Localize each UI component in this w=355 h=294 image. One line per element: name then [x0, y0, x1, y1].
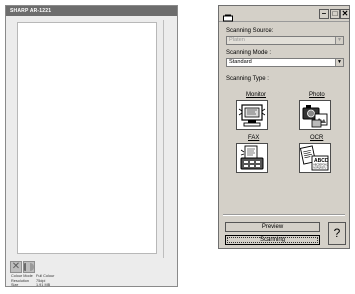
info-label: Size — [11, 283, 19, 288]
preview-info-panel: Colour Mode Full Colour Resolution 75dpi… — [11, 274, 131, 288]
help-icon: ? — [333, 226, 341, 240]
scanner-dialog: – □ ✕ Scanning Source: Platen ▼ Scanning… — [218, 5, 350, 249]
monitor-label: Monitor — [246, 92, 267, 98]
scanning-type-label: Scanning Type : — [226, 76, 269, 82]
chevron-down-icon[interactable]: ▼ — [335, 59, 343, 66]
photo-label: Photo — [309, 92, 325, 98]
close-icon[interactable]: ✕ — [340, 9, 350, 19]
scanning-mode-select[interactable]: Standard ▼ — [226, 58, 344, 67]
scanning-button[interactable]: Scanning — [225, 235, 320, 245]
info-row-size: Size 1.91 MB — [11, 283, 131, 288]
camera-photo-icon — [302, 105, 328, 128]
preview-canvas — [17, 22, 157, 254]
scanning-source-value: Platen — [229, 37, 245, 43]
dialog-divider — [223, 214, 345, 216]
preview-tool-icons: ✕ — [10, 261, 40, 273]
ocr-label: OCR — [310, 135, 324, 141]
ocr-sample-large: ABCD — [314, 158, 329, 164]
fax-icon — [240, 145, 264, 170]
scanning-source-select: Platen ▼ — [226, 36, 344, 45]
scanning-source-label: Scanning Source: — [226, 28, 274, 34]
ocr-scan-button[interactable]: ABCD ABCDEFGHIJ NOPQRSTU — [299, 143, 331, 173]
fax-scan-button[interactable] — [236, 143, 268, 173]
monitor-icon — [238, 104, 266, 127]
chevron-down-icon: ▼ — [335, 37, 343, 44]
minimize-icon[interactable]: – — [319, 9, 329, 19]
color-icon[interactable] — [22, 261, 35, 273]
preview-window-title: SHARP AR-1221 — [6, 6, 177, 16]
monitor-scan-button[interactable] — [236, 100, 268, 130]
dialog-titlebar: – □ ✕ — [219, 6, 350, 22]
preview-window: SHARP AR-1221 ✕ Colour Mode Full Colour … — [5, 5, 178, 287]
scanner-app-icon — [223, 9, 233, 22]
scanning-mode-label: Scanning Mode : — [226, 50, 272, 56]
ocr-sample-line-1: ABCDEFGHIJ — [313, 164, 328, 167]
photo-scan-button[interactable] — [299, 100, 331, 130]
preview-scrollbar[interactable] — [163, 20, 173, 258]
ocr-icon: ABCD ABCDEFGHIJ NOPQRSTU — [300, 145, 329, 171]
preview-button-label: Preview — [261, 224, 284, 230]
info-value: 1.91 MB — [36, 283, 51, 288]
maximize-icon[interactable]: □ — [330, 9, 340, 19]
preview-button[interactable]: Preview — [225, 222, 320, 232]
scanning-mode-value: Standard — [229, 59, 252, 65]
delete-icon[interactable]: ✕ — [10, 261, 22, 273]
ocr-sample-line-2: NOPQRSTU — [313, 168, 326, 170]
scanning-button-label: Scanning — [259, 237, 286, 243]
help-button[interactable]: ? — [328, 222, 346, 245]
fax-label: FAX — [248, 135, 260, 141]
